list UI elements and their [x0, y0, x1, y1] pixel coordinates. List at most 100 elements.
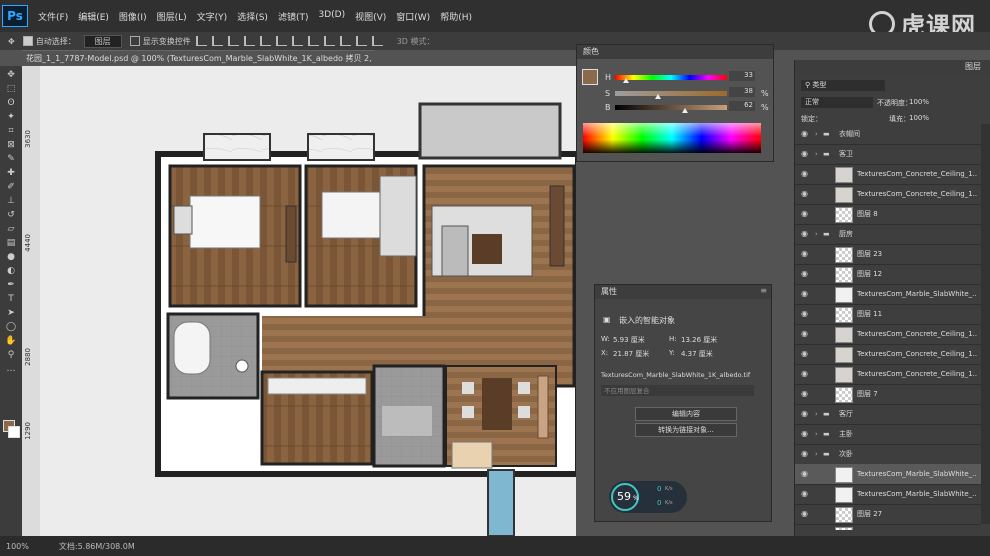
visibility-eye-icon[interactable]: ◉ — [801, 284, 808, 304]
menu-item[interactable]: 视图(V) — [355, 10, 386, 23]
layer-comp-select[interactable]: 不应用图层复合 — [601, 385, 754, 396]
marquee-tool-icon[interactable]: ⬚ — [4, 84, 18, 94]
layer-row[interactable]: ◉ TexturesCom_Concrete_Ceiling_1... — [795, 184, 981, 205]
auto-select-checkbox[interactable]: 自动选择： — [22, 36, 76, 47]
zoom-tool-icon[interactable]: ⚲ — [4, 350, 18, 360]
properties-panel-title[interactable]: 属性 — [595, 285, 771, 299]
distribute-center-icon[interactable] — [355, 36, 367, 46]
history-brush-tool-icon[interactable]: ↺ — [4, 210, 18, 220]
layer-row[interactable]: ◉ TexturesCom_Concrete_Ceiling_1... — [795, 164, 981, 185]
menu-item[interactable]: 图层(L) — [157, 10, 187, 23]
menu-item[interactable]: 图像(I) — [119, 10, 147, 23]
fill-value[interactable]: 100% — [909, 114, 929, 122]
layers-scrollbar[interactable] — [981, 124, 990, 524]
convert-to-linked-button[interactable]: 转换为链接对象... — [635, 423, 737, 437]
distribute-right-icon[interactable] — [371, 36, 383, 46]
saturation-slider[interactable]: S 38 % — [605, 87, 775, 99]
distribute-left-icon[interactable] — [339, 36, 351, 46]
layer-row[interactable]: ◉ TexturesCom_Concrete_Ceiling_1... — [795, 364, 981, 385]
visibility-eye-icon[interactable]: ◉ — [801, 144, 808, 164]
document-canvas[interactable] — [22, 66, 576, 536]
width-value[interactable]: 5.93 厘米 — [613, 335, 645, 345]
path-selection-tool-icon[interactable]: ➤ — [4, 308, 18, 318]
visibility-eye-icon[interactable]: ◉ — [801, 484, 808, 504]
menu-item[interactable]: 文字(Y) — [197, 10, 228, 23]
zoom-level[interactable]: 100% — [6, 542, 29, 551]
visibility-eye-icon[interactable]: ◉ — [801, 184, 808, 204]
layer-row[interactable]: ◉ TexturesCom_Marble_SlabWhite_... — [795, 464, 981, 485]
layer-group[interactable]: ◉ › ▬ 次卧 — [795, 444, 981, 465]
hand-tool-icon[interactable]: ✋ — [4, 336, 18, 346]
menu-item[interactable]: 3D(D) — [318, 10, 345, 23]
layer-row[interactable]: ◉ TexturesCom_Marble_SlabWhite_... — [795, 284, 981, 305]
layer-row[interactable]: ◉ 图层 26 — [795, 524, 981, 530]
layer-row[interactable]: ◉ 图层 8 — [795, 204, 981, 225]
layer-group[interactable]: ◉ › ▬ 厨房 — [795, 224, 981, 245]
align-bottom-icon[interactable] — [227, 36, 239, 46]
gradient-tool-icon[interactable]: ▤ — [4, 238, 18, 248]
document-tab[interactable]: 花园_1_1_7787-Model.psd @ 100% (TexturesCo… — [22, 50, 374, 79]
edit-contents-button[interactable]: 编辑内容 — [635, 407, 737, 421]
layer-group[interactable]: ◉ › ▬ 客卫 — [795, 144, 981, 165]
layer-row[interactable]: ◉ 图层 12 — [795, 264, 981, 285]
saturation-value[interactable]: 38 — [729, 87, 755, 97]
frame-tool-icon[interactable]: ⊠ — [4, 140, 18, 150]
visibility-eye-icon[interactable]: ◉ — [801, 364, 808, 384]
visibility-eye-icon[interactable]: ◉ — [801, 424, 808, 444]
align-top-icon[interactable] — [195, 36, 207, 46]
magic-wand-tool-icon[interactable]: ✦ — [4, 112, 18, 122]
brush-tool-icon[interactable]: ✐ — [4, 182, 18, 192]
menu-item[interactable]: 选择(S) — [237, 10, 268, 23]
dodge-tool-icon[interactable]: ◐ — [4, 266, 18, 276]
layer-row[interactable]: ◉ 图层 23 — [795, 244, 981, 265]
y-value[interactable]: 4.37 厘米 — [681, 349, 713, 359]
pen-tool-icon[interactable]: ✒ — [4, 280, 18, 290]
blend-mode-select[interactable]: 正常 — [801, 97, 873, 108]
crop-tool-icon[interactable]: ⌗ — [4, 126, 18, 136]
visibility-eye-icon[interactable]: ◉ — [801, 324, 808, 344]
expand-chevron-icon[interactable]: › — [815, 124, 818, 144]
layer-row[interactable]: ◉ TexturesCom_Concrete_Ceiling_1... — [795, 324, 981, 345]
color-spectrum[interactable] — [583, 123, 761, 153]
brightness-value[interactable]: 62 — [729, 101, 755, 111]
align-left-icon[interactable] — [243, 36, 255, 46]
saturation-knob[interactable] — [655, 94, 661, 99]
auto-select-dropdown[interactable]: 图层 — [83, 34, 122, 48]
visibility-eye-icon[interactable]: ◉ — [801, 404, 808, 424]
clone-stamp-tool-icon[interactable]: ⊥ — [4, 196, 18, 206]
shape-tool-icon[interactable]: ◯ — [4, 322, 18, 332]
layer-group[interactable]: ◉ › ▬ 衣帽间 — [795, 124, 981, 145]
more-tools-icon[interactable]: … — [4, 364, 18, 374]
expand-chevron-icon[interactable]: › — [815, 404, 818, 424]
lasso-tool-icon[interactable]: ʘ — [4, 98, 18, 108]
expand-chevron-icon[interactable]: › — [815, 144, 818, 164]
move-tool-icon[interactable]: ✥ — [8, 37, 15, 46]
visibility-eye-icon[interactable]: ◉ — [801, 344, 808, 364]
brightness-slider[interactable]: B 62 % — [605, 101, 775, 113]
align-right-icon[interactable] — [275, 36, 287, 46]
menu-item[interactable]: 文件(F) — [38, 10, 68, 23]
distribute-middle-icon[interactable] — [307, 36, 319, 46]
menu-item[interactable]: 滤镜(T) — [278, 10, 309, 23]
move-tool-icon[interactable]: ✥ — [4, 70, 18, 80]
menu-item[interactable]: 窗口(W) — [396, 10, 430, 23]
color-swatch[interactable] — [582, 69, 598, 85]
visibility-eye-icon[interactable]: ◉ — [801, 204, 808, 224]
brightness-knob[interactable] — [682, 108, 688, 113]
layer-row[interactable]: ◉ 图层 27 — [795, 504, 981, 525]
panel-menu-icon[interactable]: ≡ — [760, 286, 767, 295]
hue-slider[interactable]: H 33 — [605, 71, 775, 83]
menu-item[interactable]: 编辑(E) — [78, 10, 109, 23]
visibility-eye-icon[interactable]: ◉ — [801, 224, 808, 244]
visibility-eye-icon[interactable]: ◉ — [801, 504, 808, 524]
layer-group[interactable]: ◉ › ▬ 主卧 — [795, 424, 981, 445]
opacity-value[interactable]: 100% — [909, 98, 929, 106]
visibility-eye-icon[interactable]: ◉ — [801, 384, 808, 404]
expand-chevron-icon[interactable]: › — [815, 424, 818, 444]
x-value[interactable]: 21.87 厘米 — [613, 349, 649, 359]
healing-brush-tool-icon[interactable]: ✚ — [4, 168, 18, 178]
hue-knob[interactable] — [623, 78, 629, 83]
visibility-eye-icon[interactable]: ◉ — [801, 124, 808, 144]
visibility-eye-icon[interactable]: ◉ — [801, 524, 808, 530]
layer-row[interactable]: ◉ TexturesCom_Concrete_Ceiling_1... — [795, 344, 981, 365]
